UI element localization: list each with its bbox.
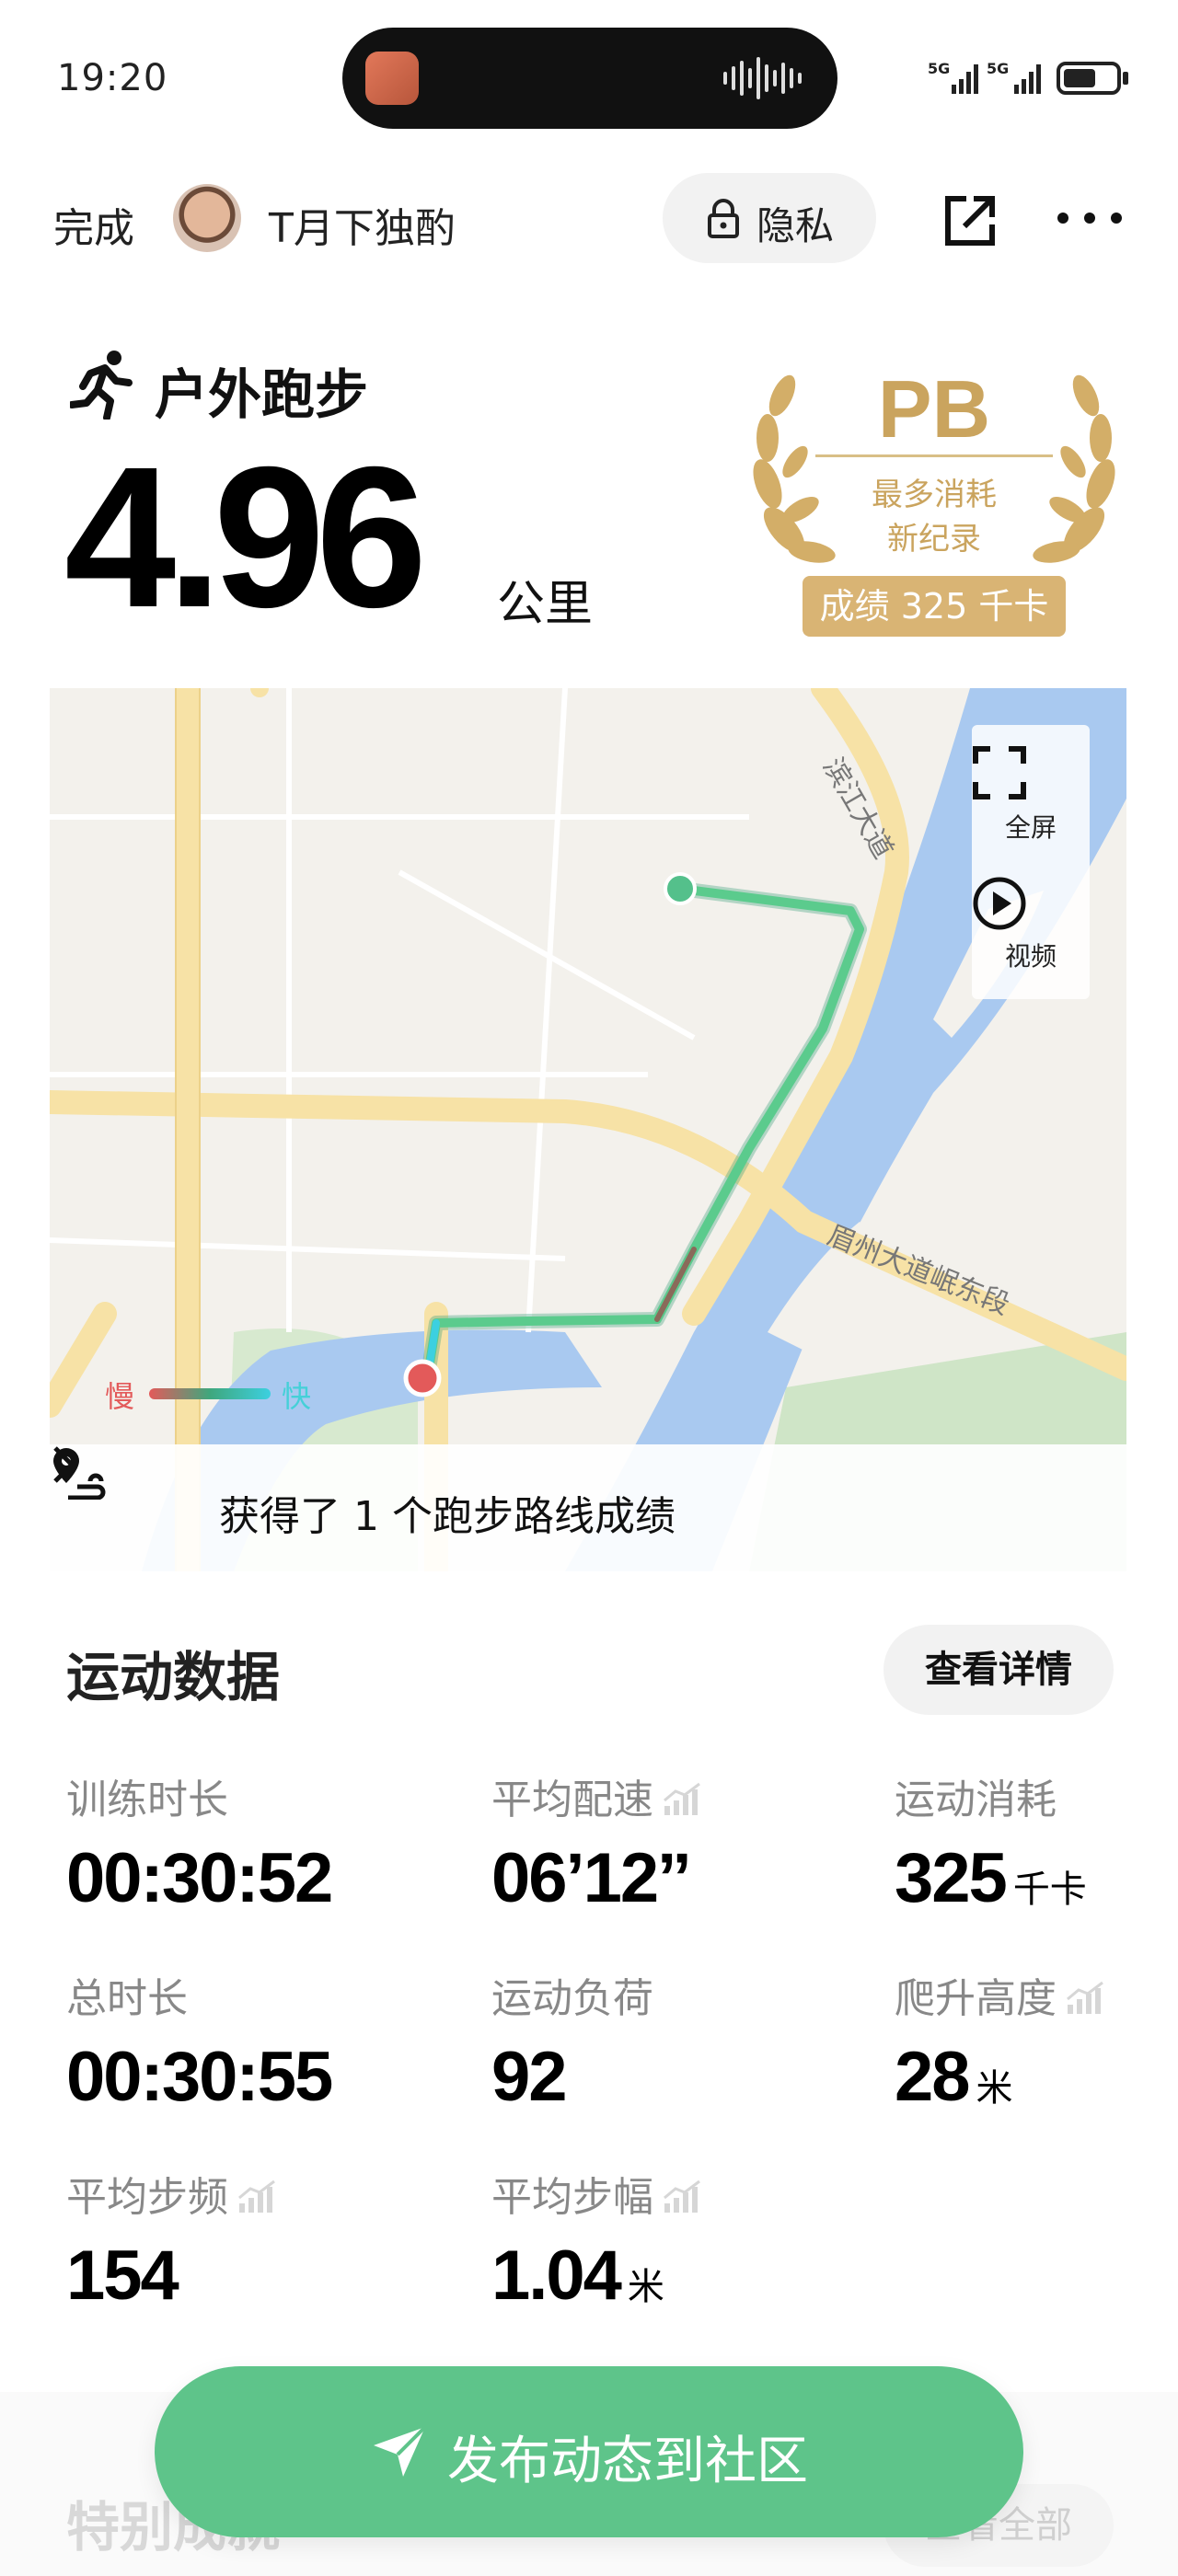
trend-chart-icon — [238, 2179, 275, 2213]
privacy-button[interactable]: 隐私 — [663, 173, 876, 263]
svg-text:5G: 5G — [928, 60, 950, 77]
pb-subtitle-2: 新纪录 — [887, 521, 981, 558]
running-icon — [70, 351, 133, 420]
video-label[interactable]: 视频 — [972, 937, 1090, 973]
map-canvas — [50, 688, 1126, 1571]
status-bar: 19:20 5G 5G — [0, 0, 1178, 156]
stat-avg-stride[interactable]: 平均步幅 1.04 米 — [491, 2164, 703, 2316]
pb-subtitle: 最多消耗 — [872, 477, 997, 513]
route-achievement-text: 获得了 1 个跑步路线成绩 — [219, 1493, 676, 1540]
stat-total-time: 总时长 00:30:55 — [66, 1965, 333, 2117]
play-video-icon[interactable] — [972, 876, 1027, 931]
activity-title: 户外跑步 — [155, 363, 369, 426]
pb-badge[interactable]: PB 最多消耗 新纪录 成绩 325 千卡 — [736, 355, 1132, 650]
username[interactable]: T月下独酌 — [269, 195, 456, 254]
signal-5g-icon: 5G — [928, 60, 978, 94]
signal-5g-icon: 5G — [987, 60, 1041, 94]
stat-value: 00:30:55 — [66, 2038, 333, 2116]
stat-training-load: 运动负荷 92 — [491, 1965, 653, 2117]
trend-chart-icon — [664, 1782, 700, 1815]
stat-label: 运动负荷 — [491, 1975, 653, 2022]
stat-unit: 米 — [627, 2267, 664, 2307]
status-time: 19:20 — [57, 57, 168, 99]
publish-to-community-button[interactable]: 发布动态到社区 — [155, 2366, 1023, 2537]
fullscreen-icon[interactable] — [972, 745, 1027, 800]
stat-elevation-gain[interactable]: 爬升高度 28 米 — [895, 1965, 1106, 2117]
legend-gradient — [149, 1388, 271, 1399]
stat-training-time: 训练时长 00:30:52 — [66, 1766, 333, 1918]
battery-icon — [1057, 62, 1121, 95]
stat-value: 06’12’’ — [491, 1839, 692, 1917]
view-details-button[interactable]: 查看详情 — [884, 1625, 1114, 1715]
stat-label: 总时长 — [66, 1975, 188, 2022]
stat-label: 平均步幅 — [491, 2174, 653, 2221]
stat-avg-pace[interactable]: 平均配速 06’12’’ — [491, 1766, 703, 1918]
stat-label: 平均配速 — [491, 1777, 653, 1823]
route-achievement-banner[interactable]: 获得了 1 个跑步路线成绩 — [50, 1444, 1126, 1571]
section-title: 运动数据 — [66, 1646, 281, 1708]
more-icon[interactable] — [1057, 212, 1123, 224]
publish-label: 发布动态到社区 — [447, 2432, 808, 2491]
stat-value: 325 千卡 — [895, 1839, 1087, 1917]
stat-value: 154 — [66, 2237, 179, 2315]
pb-title: PB — [877, 363, 991, 454]
audio-wave-icon — [723, 57, 802, 99]
stat-unit: 米 — [976, 2068, 1013, 2109]
send-icon — [374, 2425, 427, 2477]
header-bar: 完成 T月下独酌 隐私 — [0, 166, 1178, 276]
fullscreen-label[interactable]: 全屏 — [972, 808, 1090, 845]
stat-label: 运动消耗 — [895, 1777, 1057, 1823]
stat-avg-cadence[interactable]: 平均步频 154 — [66, 2164, 278, 2316]
done-button[interactable]: 完成 — [53, 195, 134, 254]
stat-label: 爬升高度 — [895, 1975, 1057, 2022]
trend-chart-icon — [1067, 1981, 1103, 2014]
chevron-right-icon — [53, 1446, 75, 1483]
island-app-icon — [365, 52, 419, 105]
legend-slow: 慢 — [105, 1379, 135, 1414]
avatar[interactable] — [173, 184, 241, 252]
stat-value: 1.04 米 — [491, 2237, 664, 2315]
dynamic-island[interactable] — [342, 28, 837, 129]
stat-label: 训练时长 — [66, 1777, 228, 1823]
stat-value: 28 米 — [895, 2038, 1013, 2116]
battery-cap — [1123, 72, 1128, 85]
stat-value: 00:30:52 — [66, 1839, 333, 1917]
share-icon[interactable] — [941, 191, 999, 250]
map-controls: 全屏 视频 — [972, 725, 1090, 999]
svg-text:5G: 5G — [987, 60, 1009, 77]
lock-icon — [708, 199, 739, 238]
pb-score: 成绩 325 千卡 — [803, 576, 1066, 637]
stat-label: 平均步频 — [66, 2174, 228, 2221]
pb-divider — [815, 454, 1053, 457]
route-map[interactable]: 滨江大道 眉州大道岷东段 全屏 视频 慢 快 获得了 1 个跑步路线成绩 — [50, 688, 1126, 1571]
stat-value: 92 — [491, 2038, 568, 2116]
privacy-label: 隐私 — [756, 203, 835, 248]
stat-calories: 运动消耗 325 千卡 — [895, 1766, 1087, 1918]
distance-unit: 公里 — [497, 577, 594, 632]
distance-value: 4.96 — [64, 426, 427, 650]
stat-unit: 千卡 — [1012, 1869, 1087, 1910]
legend-fast: 快 — [282, 1379, 312, 1414]
trend-chart-icon — [664, 2179, 700, 2213]
